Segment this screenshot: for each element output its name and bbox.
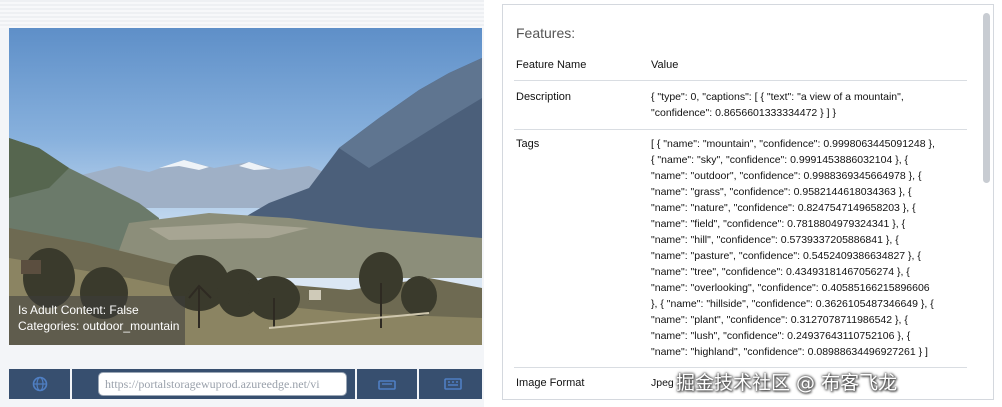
adult-content-label: Is Adult Content: False (18, 303, 139, 317)
keyboard-icon (378, 380, 396, 390)
globe-button[interactable] (28, 373, 52, 395)
header-divider (514, 80, 967, 81)
globe-icon (32, 376, 48, 392)
watermark-text: 掘金技术社区 @ 布客飞龙 (676, 372, 898, 394)
column-header-feature-name: Feature Name (516, 59, 587, 71)
feature-value-description: { "type": 0, "captions": [ { "text": "a … (651, 91, 904, 119)
keyboard-button[interactable] (441, 373, 465, 395)
panel-scrollbar[interactable] (983, 13, 990, 183)
feature-value-tags: [ { "name": "mountain", "confidence": 0.… (651, 138, 935, 358)
toolbar-separator (70, 369, 72, 399)
features-panel: Features: Feature Name Value Description… (502, 4, 994, 400)
features-title: Features: (516, 25, 576, 41)
feature-name-image-format: Image Format (516, 377, 585, 389)
feature-name-description: Description (516, 91, 572, 103)
image-url-input[interactable]: https://portalstoragewuprod.azureedge.ne… (98, 372, 347, 396)
toolbar-separator (417, 369, 419, 399)
keyboard-button[interactable] (375, 373, 399, 395)
keyboard-icon (444, 378, 462, 390)
toolbar-separator (355, 369, 357, 399)
column-header-value: Value (651, 59, 679, 71)
categories-label: Categories: outdoor_mountain (18, 319, 180, 333)
feature-name-tags: Tags (516, 138, 540, 150)
row-divider (514, 129, 967, 130)
